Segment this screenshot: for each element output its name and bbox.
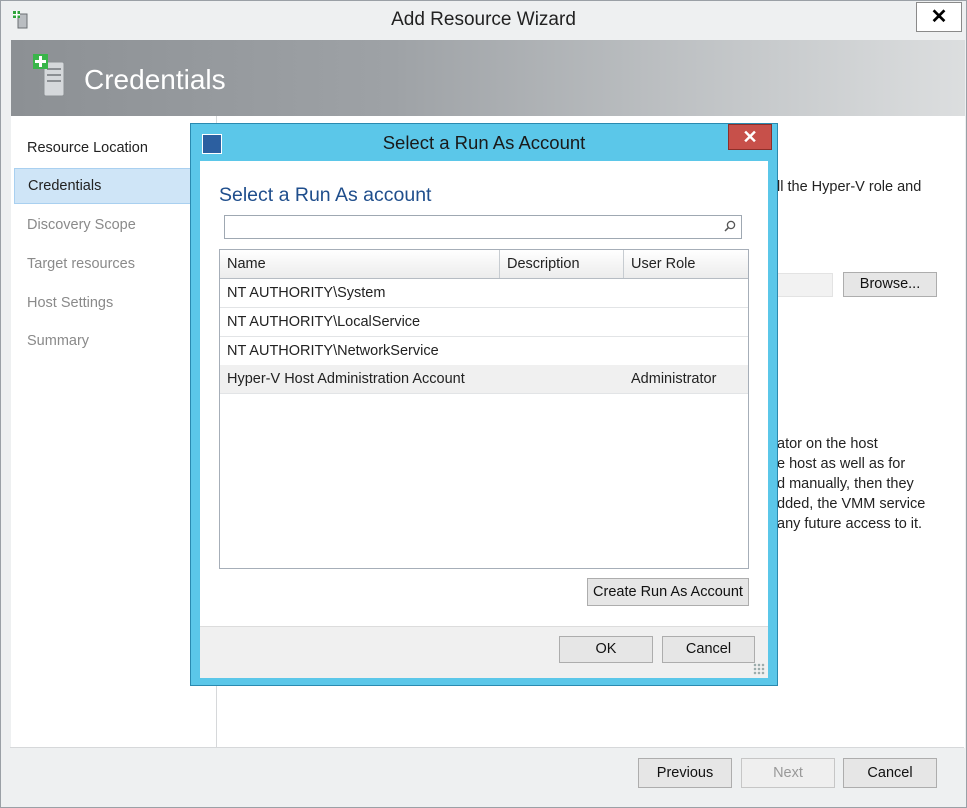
window-title: Add Resource Wizard <box>391 9 576 30</box>
column-header-description[interactable]: Description <box>500 250 624 278</box>
content-para-line: any future access to it. <box>777 516 923 532</box>
dialog-heading: Select a Run As account <box>219 184 432 206</box>
cell-user-role <box>624 308 631 336</box>
resize-grip-icon[interactable] <box>753 663 765 675</box>
cell-description <box>500 337 507 365</box>
cancel-button[interactable]: Cancel <box>843 758 937 788</box>
dialog-title: Select a Run As Account <box>382 132 586 153</box>
cell-name: Hyper-V Host Administration Account <box>227 371 465 387</box>
cell-description <box>500 279 507 307</box>
page-title: Credentials <box>84 64 226 95</box>
search-icon <box>724 220 736 232</box>
cell-user-role <box>624 279 631 307</box>
column-header-name[interactable]: Name <box>220 250 500 278</box>
server-add-icon <box>33 54 65 97</box>
dialog-footer: OK Cancel <box>200 626 768 678</box>
wizard-nav: Resource Location Credentials Discovery … <box>11 116 217 748</box>
content-para-line: ator on the host <box>777 436 878 452</box>
page-banner: Credentials <box>11 40 965 116</box>
cell-name: NT AUTHORITY\System <box>227 285 386 301</box>
close-icon: ✕ <box>930 6 948 28</box>
table-row[interactable]: NT AUTHORITY\System <box>220 279 748 308</box>
cell-user-role <box>624 337 631 365</box>
table-row[interactable]: Hyper-V Host Administration Account Admi… <box>220 365 748 394</box>
table-row[interactable]: NT AUTHORITY\NetworkService <box>220 337 748 366</box>
next-button: Next <box>741 758 835 788</box>
browse-button[interactable]: Browse... <box>843 272 937 297</box>
window-close-button[interactable]: ✕ <box>916 2 962 32</box>
create-run-as-account-button[interactable]: Create Run As Account <box>587 578 749 606</box>
previous-button[interactable]: Previous <box>638 758 732 788</box>
account-field[interactable] <box>769 273 833 297</box>
title-bar: Add Resource Wizard ✕ <box>1 1 966 39</box>
table-row[interactable]: NT AUTHORITY\LocalService <box>220 308 748 337</box>
nav-item-summary: Summary <box>27 333 90 349</box>
content-para-line: d manually, then they <box>777 476 914 492</box>
nav-item-resource-location[interactable]: Resource Location <box>14 131 205 165</box>
nav-item-credentials[interactable]: Credentials <box>14 168 207 204</box>
nav-item-host-settings: Host Settings <box>27 295 114 311</box>
cell-user-role: Administrator <box>631 371 717 387</box>
dialog-cancel-button[interactable]: Cancel <box>662 636 755 663</box>
ok-button[interactable]: OK <box>559 636 653 663</box>
run-as-accounts-table: Name Description User Role NT AUTHORITY\… <box>219 249 749 569</box>
table-header: Name Description User Role <box>220 250 748 279</box>
content-para-line: dded, the VMM service <box>777 496 926 512</box>
dialog-close-button[interactable]: ✕ <box>728 124 772 150</box>
cell-description <box>500 365 507 393</box>
search-input[interactable] <box>224 215 742 239</box>
column-header-user-role[interactable]: User Role <box>624 250 748 278</box>
cell-name: NT AUTHORITY\LocalService <box>227 314 421 330</box>
run-as-dialog: Select a Run As Account ✕ Select a Run A… <box>190 123 778 686</box>
cell-name: NT AUTHORITY\NetworkService <box>227 343 439 359</box>
cell-description <box>500 308 507 336</box>
content-para-line: e host as well as for <box>777 456 906 472</box>
content-text-top: ll the Hyper-V role and <box>777 179 922 195</box>
nav-item-target-resources: Target resources <box>27 256 135 272</box>
dialog-body: Select a Run As account Name Description… <box>200 161 768 626</box>
nav-item-discovery-scope: Discovery Scope <box>27 217 136 233</box>
close-icon: ✕ <box>742 127 758 147</box>
